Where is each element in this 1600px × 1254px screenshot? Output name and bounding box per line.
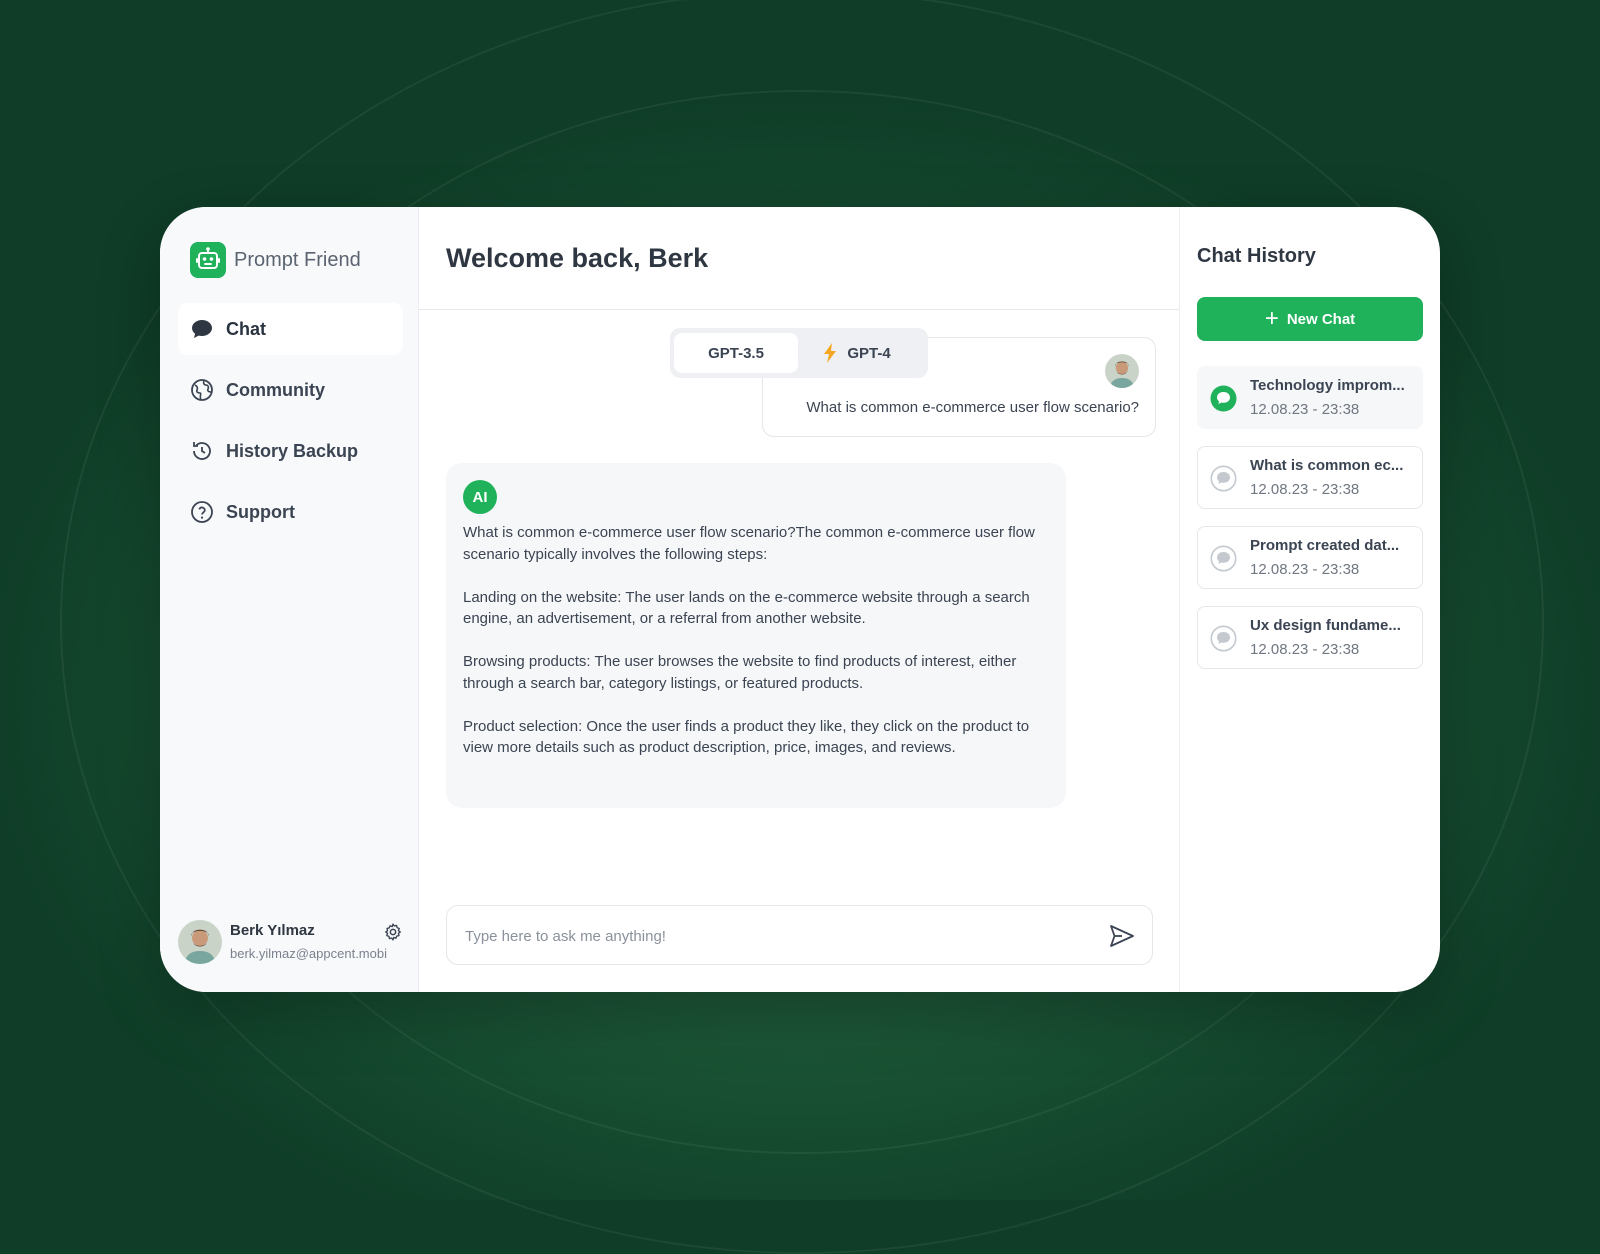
sidebar-item-community[interactable]: Community — [178, 364, 403, 416]
ai-message-body: What is common e-commerce user flow scen… — [463, 522, 1049, 759]
sidebar-item-chat[interactable]: Chat — [178, 303, 403, 355]
gear-icon[interactable] — [383, 922, 403, 942]
chat-bubble-icon — [1210, 545, 1237, 572]
profile-email: berk.yilmaz@appcent.mobi — [230, 946, 387, 961]
sidebar-item-history-backup[interactable]: History Backup — [178, 425, 403, 477]
new-chat-label: New Chat — [1286, 310, 1356, 328]
help-circle-icon — [190, 500, 214, 524]
robot-logo-icon — [190, 242, 226, 278]
plus-icon: + — [1264, 305, 1279, 332]
history-icon — [190, 439, 214, 463]
new-chat-button[interactable]: + New Chat — [1197, 297, 1423, 341]
history-item-date: 12.08.23 - 23:38 — [1250, 481, 1360, 498]
model-toggle: GPT-3.5 GPT-4 — [670, 328, 928, 378]
sidebar: Prompt Friend Chat Community History Bac… — [160, 207, 419, 992]
chat-header: Welcome back, Berk — [419, 207, 1179, 310]
history-item-date: 12.08.23 - 23:38 — [1250, 641, 1360, 658]
user-message-text: What is common e-commerce user flow scen… — [806, 399, 1139, 416]
history-item-title: Technology improm... — [1250, 377, 1405, 394]
model-option-gpt4[interactable]: GPT-4 — [798, 333, 916, 373]
chat-bubble-icon — [1210, 465, 1237, 492]
history-item[interactable]: Prompt created dat... 12.08.23 - 23:38 — [1197, 526, 1423, 589]
ai-paragraph: Browsing products: The user browses the … — [463, 653, 1017, 692]
model-option-gpt35[interactable]: GPT-3.5 — [674, 333, 798, 373]
history-item-date: 12.08.23 - 23:38 — [1250, 561, 1360, 578]
sidebar-item-support[interactable]: Support — [178, 486, 403, 538]
chat-bubble-icon — [1210, 625, 1237, 652]
lightning-icon — [823, 343, 837, 363]
brand-name: Prompt Friend — [234, 248, 361, 271]
sidebar-item-label: Chat — [226, 318, 266, 339]
profile-name: Berk Yılmaz — [230, 922, 315, 939]
history-item[interactable]: Technology improm... 12.08.23 - 23:38 — [1197, 366, 1423, 429]
ai-paragraph: Landing on the website: The user lands o… — [463, 588, 1030, 628]
page-title: Welcome back, Berk — [446, 243, 709, 273]
globe-icon — [190, 378, 214, 402]
model-label: GPT-4 — [847, 344, 891, 362]
chat-bubble-icon — [1210, 385, 1237, 412]
user-profile: Berk Yılmaz berk.yilmaz@appcent.mobi — [178, 920, 403, 966]
sidebar-item-label: Support — [226, 501, 295, 522]
ai-paragraph: Product selection: Once the user finds a… — [463, 717, 1030, 757]
history-item[interactable]: What is common ec... 12.08.23 - 23:38 — [1197, 446, 1423, 509]
message-composer — [446, 905, 1153, 966]
sidebar-nav: Chat Community History Backup Support — [178, 303, 403, 547]
history-item-title: Prompt created dat... — [1250, 537, 1400, 554]
ai-message: AI What is common e-commerce user flow s… — [446, 463, 1066, 808]
avatar[interactable] — [178, 920, 222, 964]
history-item[interactable]: Ux design fundame... 12.08.23 - 23:38 — [1197, 606, 1423, 669]
history-item-title: Ux design fundame... — [1250, 617, 1401, 634]
app-window: Prompt Friend Chat Community History Bac… — [160, 207, 1440, 992]
avatar — [1105, 354, 1139, 388]
send-icon[interactable] — [1108, 922, 1136, 950]
history-item-title: What is common ec... — [1250, 457, 1404, 474]
chat-panel: Welcome back, Berk GPT-3.5 GPT-4 What is… — [419, 207, 1180, 992]
ai-badge: AI — [463, 480, 497, 514]
history-item-date: 12.08.23 - 23:38 — [1250, 401, 1360, 418]
sidebar-item-label: Community — [226, 379, 325, 400]
message-input[interactable] — [463, 906, 1067, 966]
chat-bubble-icon — [190, 317, 214, 341]
chat-history-panel: Chat History + New Chat Technology impro… — [1180, 207, 1440, 992]
ai-paragraph: What is common e-commerce user flow scen… — [463, 524, 1035, 563]
brand[interactable]: Prompt Friend — [190, 242, 361, 278]
sidebar-item-label: History Backup — [226, 440, 359, 461]
history-title: Chat History — [1197, 245, 1316, 267]
